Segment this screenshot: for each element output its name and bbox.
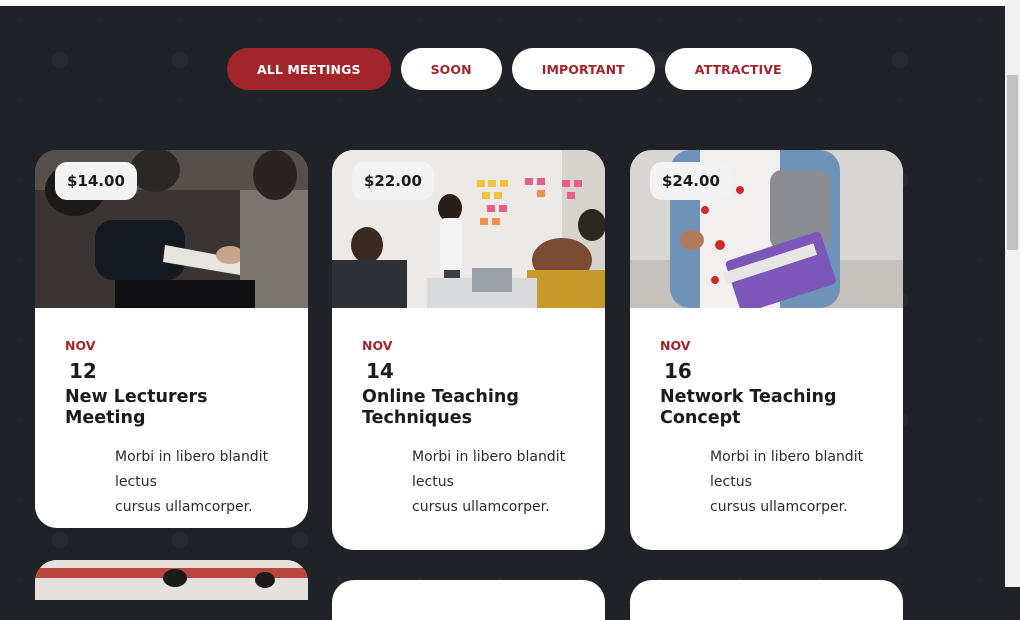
top-strip <box>0 0 1005 6</box>
event-month: NOV <box>65 338 96 353</box>
filter-all-meetings-button[interactable]: ALL MEETINGS <box>227 48 391 90</box>
scrollbar-thumb[interactable] <box>1007 75 1018 250</box>
meeting-filters: ALL MEETINGS SOON IMPORTANT ATTRACTIVE <box>227 48 812 90</box>
price-badge: $22.00 <box>352 162 434 200</box>
meeting-card-partial[interactable] <box>35 560 308 600</box>
meeting-card[interactable]: $14.00 NOV 12 New Lecturers Meeting Morb… <box>35 150 308 528</box>
event-day: 16 <box>664 359 692 383</box>
event-day: 14 <box>366 359 394 383</box>
event-description: Morbi in libero blandit lectus cursus ul… <box>115 449 269 515</box>
event-title[interactable]: New Lecturers Meeting <box>65 387 278 429</box>
price-badge: $24.00 <box>650 162 732 200</box>
event-title[interactable]: Online Teaching Techniques <box>362 387 575 429</box>
page-scrollbar[interactable] <box>1005 0 1020 587</box>
filter-important-button[interactable]: IMPORTANT <box>511 48 655 90</box>
price-badge: $14.00 <box>55 162 137 200</box>
meeting-image: $22.00 <box>332 150 605 308</box>
meeting-card[interactable]: $24.00 NOV 16 Network Teaching Concept M… <box>630 150 903 550</box>
meeting-card-partial[interactable] <box>630 580 903 620</box>
meeting-image: $14.00 <box>35 150 308 308</box>
meeting-card[interactable]: $22.00 NOV 14 Online Teaching Techniques… <box>332 150 605 550</box>
event-description: Morbi in libero blandit lectus cursus ul… <box>412 449 566 515</box>
event-day: 12 <box>69 359 97 383</box>
filter-attractive-button[interactable]: ATTRACTIVE <box>664 48 812 90</box>
event-month: NOV <box>660 338 691 353</box>
meeting-image: $24.00 <box>630 150 903 313</box>
filter-soon-button[interactable]: SOON <box>400 48 502 90</box>
event-month: NOV <box>362 338 393 353</box>
event-description: Morbi in libero blandit lectus cursus ul… <box>710 449 864 515</box>
event-title[interactable]: Network Teaching Concept <box>660 387 873 429</box>
meeting-card-partial[interactable] <box>332 580 605 620</box>
